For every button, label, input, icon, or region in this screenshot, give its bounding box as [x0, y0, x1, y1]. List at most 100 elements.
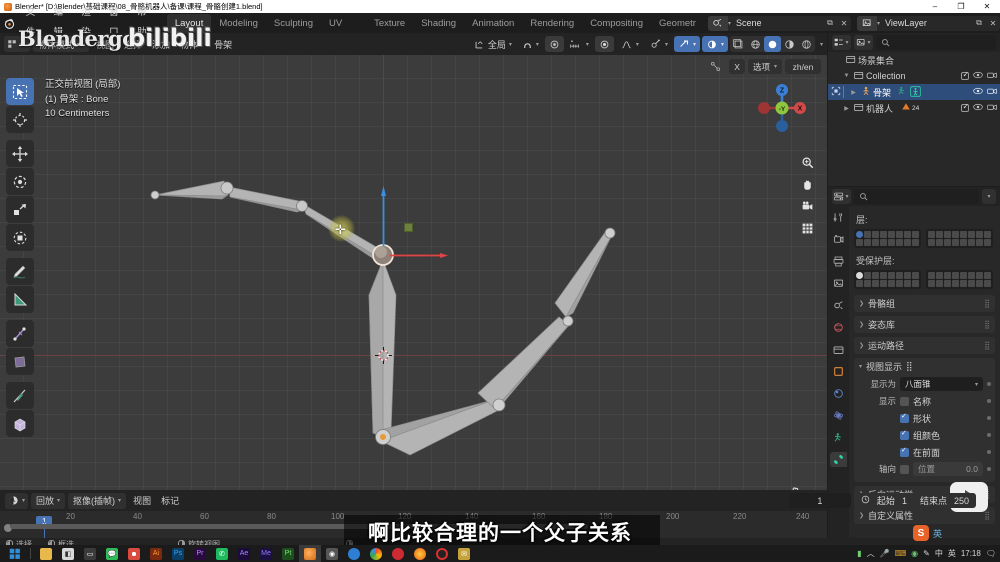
- wechat2-icon[interactable]: ✆: [211, 545, 233, 562]
- tab-uv-editing[interactable]: UV Editing: [321, 14, 366, 48]
- battery-icon[interactable]: ▮: [857, 549, 861, 558]
- close-button[interactable]: ✕: [974, 0, 1000, 13]
- group-colors-animate-dot[interactable]: [987, 433, 991, 437]
- protected-layer-cell[interactable]: [944, 280, 951, 287]
- me-icon[interactable]: Me: [255, 545, 277, 562]
- maximize-button[interactable]: ❐: [948, 0, 974, 13]
- viewlayer-close-icon[interactable]: ✕: [986, 16, 1000, 31]
- bevel-tool[interactable]: [6, 348, 34, 375]
- shapes-animate-dot[interactable]: [987, 416, 991, 420]
- protected-layer-cell[interactable]: [856, 272, 863, 279]
- timeline-editor-type-button[interactable]: ▾: [5, 492, 29, 509]
- explorer-icon[interactable]: [35, 545, 57, 562]
- collection-expand-arrow[interactable]: ▼: [841, 73, 852, 79]
- shading-rendered-button[interactable]: [798, 36, 815, 52]
- object-tab[interactable]: [830, 364, 847, 379]
- camera-icon[interactable]: [987, 87, 997, 97]
- blender-logo-icon[interactable]: [0, 13, 20, 33]
- layer-cell[interactable]: [872, 231, 879, 238]
- layers-widget[interactable]: [854, 229, 995, 248]
- layer-cell[interactable]: [952, 231, 959, 238]
- tab-compositing[interactable]: Compositing: [582, 14, 651, 33]
- protected-layer-cell[interactable]: [904, 272, 911, 279]
- layer-cell[interactable]: [968, 231, 975, 238]
- mail-icon[interactable]: ✉: [453, 545, 475, 562]
- in-front-animate-dot[interactable]: [987, 450, 991, 454]
- layer-cell[interactable]: [936, 239, 943, 246]
- layer-cell[interactable]: [856, 231, 863, 238]
- measure-tool[interactable]: [6, 286, 34, 313]
- armature-overlay-icon[interactable]: [705, 59, 726, 74]
- protected-layer-cell[interactable]: [896, 272, 903, 279]
- tab-shading[interactable]: Shading: [413, 14, 464, 33]
- in-front-checkbox[interactable]: [900, 446, 909, 457]
- layer-cell[interactable]: [960, 231, 967, 238]
- axes-checkbox[interactable]: [900, 464, 909, 474]
- protected-layer-cell[interactable]: [864, 280, 871, 287]
- bone-groups-drag-handle[interactable]: ⣿: [984, 299, 990, 308]
- layer-cell[interactable]: [880, 239, 887, 246]
- app3-icon[interactable]: ▭: [79, 545, 101, 562]
- axes-animate-dot[interactable]: [987, 467, 991, 471]
- notification-icon[interactable]: 🗨: [986, 549, 996, 558]
- display-as-animate-dot[interactable]: [987, 382, 991, 386]
- ime-label[interactable]: 英: [948, 548, 956, 559]
- armature-expand-arrow[interactable]: ▶: [848, 89, 859, 96]
- app2-icon[interactable]: ◧: [57, 545, 79, 562]
- layer-cell[interactable]: [928, 231, 935, 238]
- timeline-menu-keying[interactable]: 抠像(插帧) ▾: [68, 492, 127, 509]
- robot-expand-arrow[interactable]: ▶: [841, 105, 852, 112]
- motion-paths-panel[interactable]: ❯ 运动路径 ⣿: [854, 337, 995, 354]
- layer-cell[interactable]: [976, 239, 983, 246]
- snap-curve-button[interactable]: ▾: [616, 36, 643, 52]
- end-frame-value[interactable]: 250: [954, 496, 969, 506]
- chrome2-icon[interactable]: [365, 545, 387, 562]
- layer-cell[interactable]: [856, 239, 863, 246]
- protected-layer-cell[interactable]: [944, 272, 951, 279]
- shading-solid-button[interactable]: [763, 36, 781, 52]
- protected-layer-cell[interactable]: [984, 272, 991, 279]
- language-toggle-button[interactable]: zh/en: [785, 59, 821, 74]
- viewlayer-copy-icon[interactable]: ⧉: [972, 16, 986, 31]
- protected-layer-cell[interactable]: [880, 280, 887, 287]
- layers-grid-right[interactable]: [926, 229, 993, 248]
- protected-layer-cell[interactable]: [912, 280, 919, 287]
- shading-chevron-icon[interactable]: ▾: [820, 41, 823, 48]
- zoom-icon[interactable]: [800, 155, 815, 170]
- opera-icon[interactable]: [387, 545, 409, 562]
- layer-cell[interactable]: [944, 239, 951, 246]
- outliner-editor[interactable]: ▾ ▾ 场景集合 ▼ Collection ✓ ▶ 骨架 ▶ 机器人 24 ✓: [828, 33, 1000, 186]
- layer-cell[interactable]: [976, 231, 983, 238]
- tweak-select-box-tool[interactable]: [6, 78, 34, 105]
- tool-tab[interactable]: [830, 210, 847, 225]
- protected-layer-cell[interactable]: [864, 272, 871, 279]
- ae-icon[interactable]: Ae: [233, 545, 255, 562]
- clock-time[interactable]: 17:18: [961, 549, 981, 558]
- rec-icon[interactable]: [431, 545, 453, 562]
- camera-icon[interactable]: [987, 71, 997, 81]
- protected-layer-cell[interactable]: [968, 272, 975, 279]
- protected-layer-cell[interactable]: [880, 272, 887, 279]
- tab-animation[interactable]: Animation: [464, 14, 522, 33]
- output-tab[interactable]: [830, 254, 847, 269]
- armature-data-tab[interactable]: [830, 452, 847, 467]
- armature-mod-icon[interactable]: [910, 85, 921, 99]
- camera-icon[interactable]: [800, 199, 815, 214]
- layer-cell[interactable]: [912, 239, 919, 246]
- rotate-tool[interactable]: [6, 168, 34, 195]
- keyboard-icon[interactable]: ⌨: [895, 549, 907, 558]
- overlay-button[interactable]: ▾: [673, 36, 700, 52]
- ps-icon[interactable]: Ps: [167, 545, 189, 562]
- viewport-display-drag-handle[interactable]: ⣿: [906, 361, 913, 372]
- pose-icon[interactable]: [897, 86, 907, 98]
- protected-layer-cell[interactable]: [976, 272, 983, 279]
- tab-geometry-nodes[interactable]: Geometr: [651, 14, 704, 33]
- layer-cell[interactable]: [928, 239, 935, 246]
- outliner-row-scene-collection[interactable]: 场景集合: [828, 52, 1000, 68]
- scale-tool[interactable]: [6, 196, 34, 223]
- layer-cell[interactable]: [872, 239, 879, 246]
- pivot-point-button[interactable]: [594, 36, 614, 52]
- pen-icon[interactable]: ✎: [923, 549, 930, 558]
- chrome-icon[interactable]: [123, 545, 145, 562]
- protected-layer-cell[interactable]: [896, 280, 903, 287]
